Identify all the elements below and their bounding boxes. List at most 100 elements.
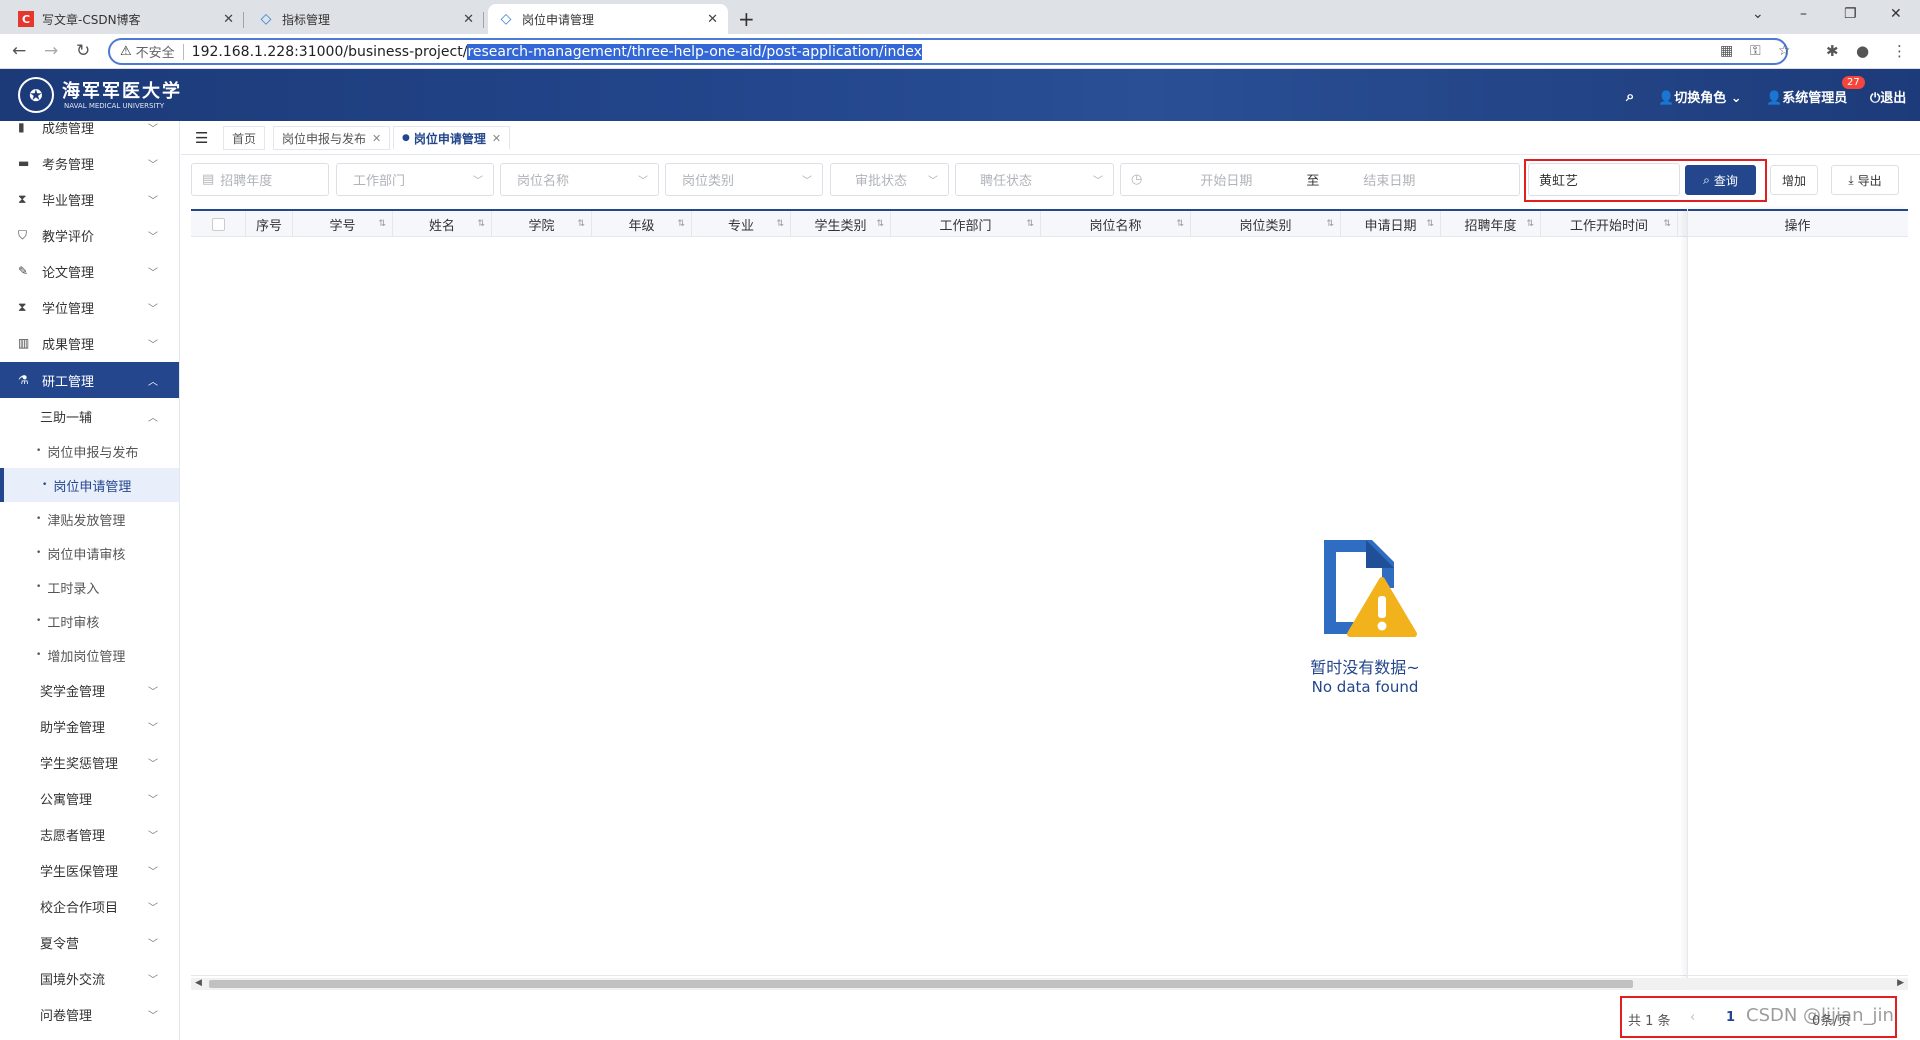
sort-icon[interactable]: ⇅ xyxy=(677,219,685,229)
sidebar-item-teaching-eval[interactable]: ⛉ 教学评价 ﹀ xyxy=(0,217,179,253)
browser-tab-post-application[interactable]: ◇ 岗位申请管理 ✕ xyxy=(488,4,728,34)
col-grade[interactable]: 年级 ⇅ xyxy=(592,211,692,237)
menu-toggle-icon[interactable]: ☰ xyxy=(195,129,208,147)
sort-icon[interactable]: ⇅ xyxy=(1426,219,1434,229)
sidebar-item-insurance[interactable]: 学生医保管理 ﹀ xyxy=(0,852,179,888)
scroll-left-icon[interactable]: ◀ xyxy=(195,978,202,988)
restore-button[interactable]: ❐ xyxy=(1844,6,1857,22)
col-apply-date[interactable]: 申请日期 ⇅ xyxy=(1341,211,1441,237)
sort-icon[interactable]: ⇅ xyxy=(1026,219,1034,229)
sort-icon[interactable]: ⇅ xyxy=(477,219,485,229)
menu-icon[interactable]: ⋮ xyxy=(1892,42,1907,60)
user-menu[interactable]: 👤系统管理员 xyxy=(1766,87,1847,106)
back-icon[interactable]: ← xyxy=(12,41,26,61)
sidebar-sub-allowance[interactable]: • 津贴发放管理 xyxy=(0,502,179,536)
date-range-picker[interactable]: ◷ 开始日期 至 结束日期 xyxy=(1120,163,1520,196)
sort-icon[interactable]: ⇅ xyxy=(876,219,884,229)
sort-icon[interactable]: ⇅ xyxy=(1176,219,1184,229)
close-icon[interactable]: ✕ xyxy=(372,132,381,145)
chevron-down-icon: ﹀ xyxy=(148,794,158,806)
hire-status-select[interactable]: 聘任状态 ﹀ xyxy=(955,163,1114,196)
chevron-down-icon[interactable]: ⌄ xyxy=(1752,6,1764,22)
logout-button[interactable]: ⏻退出 xyxy=(1870,87,1906,106)
export-button[interactable]: ⤓ 导出 xyxy=(1831,165,1899,195)
post-type-select[interactable]: 岗位类别 ﹀ xyxy=(665,163,823,196)
sidebar-item-rewards[interactable]: 学生奖惩管理 ﹀ xyxy=(0,744,179,780)
sidebar-item-dormitory[interactable]: 公寓管理 ﹀ xyxy=(0,780,179,816)
tab-post-application[interactable]: ● 岗位申请管理 ✕ xyxy=(393,126,511,150)
sort-icon[interactable]: ⇅ xyxy=(1326,219,1334,229)
sort-icon[interactable]: ⇅ xyxy=(1526,219,1534,229)
sidebar-item-exams[interactable]: ▬ 考务管理 ﹀ xyxy=(0,145,179,181)
sidebar-group-three-help[interactable]: 三助一辅 ︿ xyxy=(0,398,179,434)
tab-post-publish[interactable]: 岗位申报与发布 ✕ xyxy=(273,126,391,150)
sidebar-item-thesis[interactable]: ✎ 论文管理 ﹀ xyxy=(0,253,179,289)
scroll-right-icon[interactable]: ▶ xyxy=(1897,978,1904,988)
col-college[interactable]: 学院 ⇅ xyxy=(492,211,592,237)
scroll-thumb[interactable] xyxy=(209,980,1633,988)
col-label: 工作开始时间 xyxy=(1569,218,1648,234)
col-dept[interactable]: 工作部门 ⇅ xyxy=(891,211,1041,237)
sidebar-sub-post-publish[interactable]: • 岗位申报与发布 xyxy=(0,434,179,468)
sidebar-item-exchange[interactable]: 国境外交流 ﹀ xyxy=(0,960,179,996)
add-button[interactable]: 增加 xyxy=(1770,165,1818,195)
sidebar-item-achievements[interactable]: ▥ 成果管理 ﹀ xyxy=(0,325,179,361)
profile-icon[interactable]: ● xyxy=(1856,42,1869,60)
sidebar-item-questionnaire[interactable]: 问卷管理 ﹀ xyxy=(0,996,179,1032)
close-window-button[interactable]: ✕ xyxy=(1890,6,1902,22)
close-icon[interactable]: ✕ xyxy=(492,132,501,145)
post-name-select[interactable]: 岗位名称 ﹀ xyxy=(500,163,659,196)
close-icon[interactable]: ✕ xyxy=(707,12,718,27)
close-icon[interactable]: ✕ xyxy=(463,12,474,27)
horizontal-scrollbar[interactable]: ◀ ▶ xyxy=(191,978,1908,990)
sidebar-item-cooperation[interactable]: 校企合作项目 ﹀ xyxy=(0,888,179,924)
col-post-name[interactable]: 岗位名称 ⇅ xyxy=(1041,211,1191,237)
sidebar-sub-add-post[interactable]: • 增加岗位管理 xyxy=(0,638,179,672)
sort-icon[interactable]: ⇅ xyxy=(378,219,386,229)
sidebar-sub-post-application[interactable]: • 岗位申请管理 xyxy=(0,468,179,502)
sidebar-item-volunteers[interactable]: 志愿者管理 ﹀ xyxy=(0,816,179,852)
sort-icon[interactable]: ⇅ xyxy=(1663,219,1671,229)
sidebar-item-graduation[interactable]: ⧗ 毕业管理 ﹀ xyxy=(0,181,179,217)
minimize-button[interactable]: – xyxy=(1800,6,1807,22)
tab-home[interactable]: 首页 xyxy=(223,126,266,150)
switch-role-button[interactable]: 👤切换角色 ⌄ xyxy=(1658,87,1742,106)
checkbox[interactable] xyxy=(211,217,225,231)
col-post-type[interactable]: 岗位类别 ⇅ xyxy=(1191,211,1341,237)
sidebar-sub-application-review[interactable]: • 岗位申请审核 xyxy=(0,536,179,570)
sidebar-sub-hours-review[interactable]: • 工时审核 xyxy=(0,604,179,638)
key-icon[interactable]: ⚿ xyxy=(1750,43,1761,59)
audit-status-select[interactable]: 审批状态 ﹀ xyxy=(830,163,949,196)
extensions-icon[interactable]: ✱ xyxy=(1826,42,1839,60)
col-major[interactable]: 专业 ⇅ xyxy=(692,211,791,237)
address-bar[interactable]: ⚠ 不安全 192.168.1.228:31000/business-proje… xyxy=(108,38,1791,65)
sidebar-item-summer-camp[interactable]: 夏令营 ﹀ xyxy=(0,924,179,960)
sidebar-item-scholarship[interactable]: 奖学金管理 ﹀ xyxy=(0,672,179,708)
col-student-type[interactable]: 学生类别 ⇅ xyxy=(791,211,891,237)
sidebar-sub-hours-entry[interactable]: • 工时录入 xyxy=(0,570,179,604)
star-icon[interactable]: ☆ xyxy=(1778,43,1791,59)
search-icon[interactable]: ⌕ xyxy=(1626,87,1634,105)
sidebar-item-research-work[interactable]: ⚗ 研工管理 ︿ xyxy=(0,362,179,398)
active-dot-icon: ● xyxy=(402,133,410,143)
close-icon[interactable]: ✕ xyxy=(223,12,234,27)
recruit-year-picker[interactable]: ▤ 招聘年度 xyxy=(191,163,329,196)
sidebar-item-grant[interactable]: 助学金管理 ﹀ xyxy=(0,708,179,744)
reload-icon[interactable]: ↻ xyxy=(76,41,90,61)
new-tab-button[interactable]: + xyxy=(738,7,755,31)
col-name[interactable]: 姓名 ⇅ xyxy=(393,211,492,237)
browser-tab-csdn[interactable]: C 写文章-CSDN博客 ✕ xyxy=(8,4,244,34)
qr-icon[interactable]: ▦ xyxy=(1720,43,1733,59)
dept-select[interactable]: 工作部门 ﹀ xyxy=(336,163,494,196)
sort-icon[interactable]: ⇅ xyxy=(577,219,585,229)
col-student-id[interactable]: 学号 ⇅ xyxy=(293,211,393,237)
sidebar-item-degree[interactable]: ⧗ 学位管理 ﹀ xyxy=(0,289,179,325)
select-all-checkbox[interactable] xyxy=(191,211,246,237)
forward-icon[interactable]: → xyxy=(44,41,58,61)
sidebar-item-grades[interactable]: ▮ 成绩管理 ﹀ xyxy=(0,121,179,145)
col-start-time[interactable]: 工作开始时间 ⇅ xyxy=(1541,211,1678,237)
sidebar-item-label: 志愿者管理 xyxy=(40,828,106,844)
col-recruit-year[interactable]: 招聘年度 ⇅ xyxy=(1441,211,1541,237)
browser-tab-indicators[interactable]: ◇ 指标管理 ✕ xyxy=(248,4,484,34)
sort-icon[interactable]: ⇅ xyxy=(776,219,784,229)
